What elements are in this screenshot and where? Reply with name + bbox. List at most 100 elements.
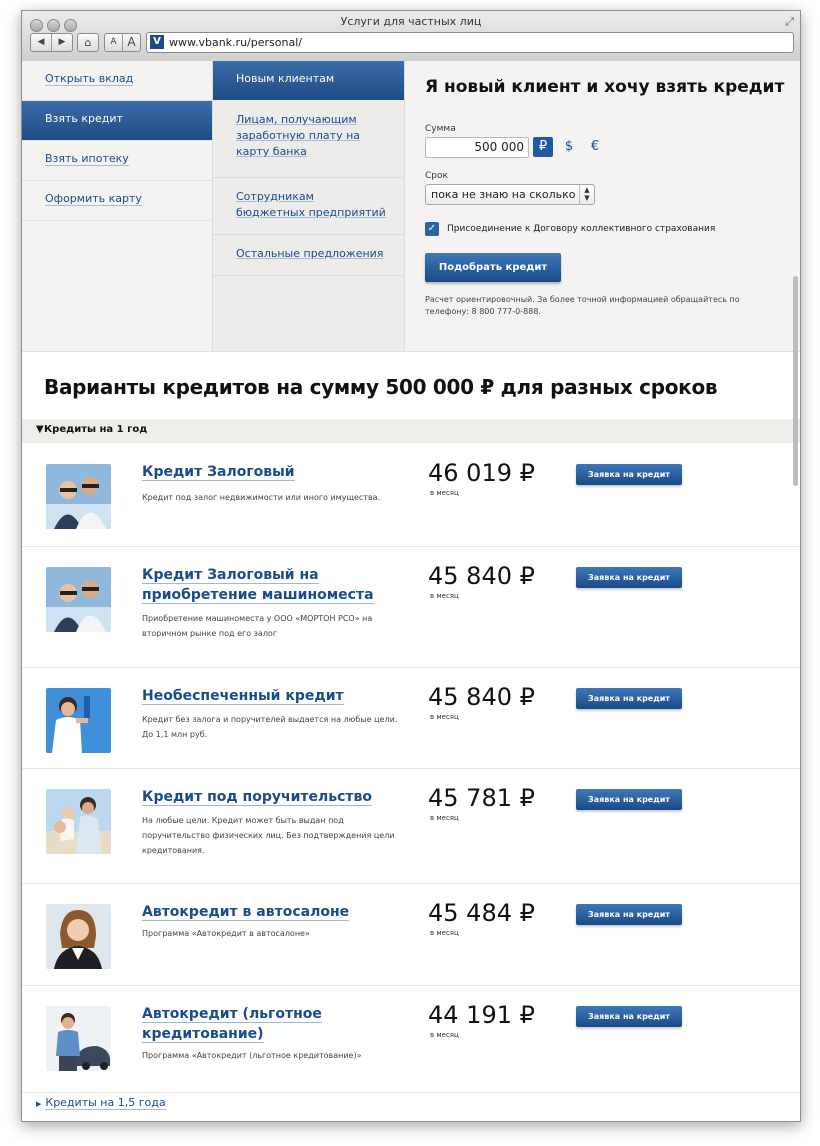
currency-eur-button[interactable]: € (585, 137, 605, 157)
monthly-payment: 45 781 ₽ (428, 784, 535, 812)
submenu-item-label: Сотрудникам бюджетных предприятий (236, 190, 386, 219)
monthly-payment: 46 019 ₽ (428, 459, 535, 487)
submenu-item-label: Лицам, получающим заработную плату на ка… (236, 113, 361, 158)
back-button[interactable]: ◀ (31, 34, 51, 51)
group-header-1-year[interactable]: ▼ Кредиты на 1 год (22, 419, 800, 443)
group-header-1-5-years[interactable]: ▶ Кредиты на 1,5 года (36, 1096, 166, 1110)
apply-credit-button[interactable]: Заявка на кредит (576, 904, 682, 925)
loan-image (46, 1006, 111, 1071)
menu-item-label: Взять кредит (45, 112, 123, 125)
menu-item-deposit[interactable]: Открыть вклад (22, 61, 212, 101)
loan-row: Кредит Залоговый Кредит под залог недвиж… (22, 444, 800, 547)
submenu-item-public-sector[interactable]: Сотрудникам бюджетных предприятий (213, 178, 404, 235)
per-month-label: в месяц (430, 814, 459, 822)
scrollbar[interactable] (793, 276, 798, 486)
window-title: Услуги для частных лиц (340, 15, 482, 28)
loan-name-link[interactable]: Необеспеченный кредит (142, 686, 402, 706)
top-panel: Открыть вклад Взять кредит Взять ипотеку… (22, 61, 800, 352)
loan-image (46, 904, 111, 969)
loan-name-link[interactable]: Автокредит (льготное кредитование) (142, 1004, 402, 1044)
loan-name-link[interactable]: Кредит под поручительство (142, 787, 402, 807)
menu-item-label: Открыть вклад (45, 72, 134, 86)
loan-row: Необеспеченный кредит Кредит без залога … (22, 668, 800, 769)
submenu-item-label: Остальные предложения (236, 247, 384, 260)
secondary-menu: Новым клиентам Лицам, получающим заработ… (213, 61, 405, 351)
per-month-label: в месяц (430, 929, 459, 937)
loan-row: Автокредит (льготное кредитование) Прогр… (22, 986, 800, 1093)
site-favicon-icon: V (150, 35, 164, 49)
forward-button[interactable]: ▶ (51, 34, 72, 51)
loan-image (46, 688, 111, 753)
loan-description: На любые цели. Кредит может быть выдан п… (142, 816, 395, 855)
per-month-label: в месяц (430, 592, 459, 600)
loan-name-text: Кредит Залоговый (142, 464, 295, 481)
monthly-payment: 45 840 ₽ (428, 562, 535, 590)
sum-input[interactable]: 500 000 (425, 137, 529, 158)
loan-description: Кредит под залог недвижимости или иного … (142, 493, 381, 502)
term-select[interactable]: пока не знаю на сколько ▲ ▼ (425, 184, 595, 205)
fullscreen-icon[interactable]: ⤢ (785, 15, 794, 29)
apply-credit-button[interactable]: Заявка на кредит (576, 789, 682, 810)
currency-rub-button[interactable]: ₽ (533, 137, 553, 157)
menu-item-label: Оформить карту (45, 192, 142, 206)
group-label: Кредиты на 1,5 года (45, 1096, 166, 1110)
loan-description: Программа «Автокредит (льготное кредитов… (142, 1051, 362, 1060)
address-bar[interactable]: V www.vbank.ru/personal/ (146, 32, 794, 53)
browser-titlebar: Услуги для частных лиц ⤢ ◀ ▶ ⌂ A A V www… (22, 11, 800, 62)
term-label: Срок (425, 171, 448, 181)
menu-item-mortgage[interactable]: Взять ипотеку (22, 141, 212, 181)
loan-form: Я новый клиент и хочу взять кредит Сумма… (405, 61, 800, 351)
loan-row: Автокредит в автосалоне Программа «Авток… (22, 884, 800, 986)
url-text[interactable]: www.vbank.ru/personal/ (169, 36, 302, 49)
apply-credit-button[interactable]: Заявка на кредит (576, 464, 682, 485)
select-arrows-icon: ▲ ▼ (579, 185, 594, 205)
loan-row: Кредит под поручительство На любые цели.… (22, 769, 800, 884)
loan-name-link[interactable]: Кредит Залоговый на приобретение машином… (142, 565, 402, 605)
form-title: Я новый клиент и хочу взять кредит (425, 77, 785, 97)
insurance-checkbox[interactable]: ✓ (425, 222, 439, 236)
monthly-payment: 44 191 ₽ (428, 1001, 535, 1029)
page-content: Открыть вклад Взять кредит Взять ипотеку… (22, 61, 800, 1121)
text-larger-button[interactable]: A (122, 34, 140, 51)
loan-name-text: Кредит Залоговый на приобретение машином… (142, 567, 374, 604)
loan-name-link[interactable]: Кредит Залоговый (142, 462, 402, 482)
loan-name-text: Автокредит в автосалоне (142, 904, 350, 921)
per-month-label: в месяц (430, 713, 459, 721)
per-month-label: в месяц (430, 489, 459, 497)
group-label: Кредиты на 1 год (44, 424, 148, 435)
pick-credit-button[interactable]: Подобрать кредит (425, 253, 561, 282)
loan-image (46, 464, 111, 529)
loan-description: Программа «Автокредит в автосалоне» (142, 929, 310, 938)
primary-menu: Открыть вклад Взять кредит Взять ипотеку… (22, 61, 213, 351)
apply-credit-button[interactable]: Заявка на кредит (576, 567, 682, 588)
loan-name-text: Кредит под поручительство (142, 789, 373, 806)
menu-item-card[interactable]: Оформить карту (22, 181, 212, 221)
monthly-payment: 45 484 ₽ (428, 899, 535, 927)
home-button[interactable]: ⌂ (77, 33, 99, 52)
expand-triangle-icon: ▶ (36, 1100, 42, 1108)
submenu-item-new-clients[interactable]: Новым клиентам (213, 61, 404, 100)
loan-description: Кредит без залога и поручителей выдается… (142, 715, 398, 739)
history-buttons: ◀ ▶ (30, 33, 73, 52)
apply-credit-button[interactable]: Заявка на кредит (576, 1006, 682, 1027)
submenu-item-salary-card[interactable]: Лицам, получающим заработную плату на ка… (213, 101, 404, 178)
menu-item-credit[interactable]: Взять кредит (22, 101, 212, 141)
monthly-payment: 45 840 ₽ (428, 683, 535, 711)
loan-row: Кредит Залоговый на приобретение машином… (22, 547, 800, 668)
text-size-buttons: A A (104, 33, 141, 52)
submenu-item-other-offers[interactable]: Остальные предложения (213, 235, 404, 276)
apply-credit-button[interactable]: Заявка на кредит (576, 688, 682, 709)
loan-name-link[interactable]: Автокредит в автосалоне (142, 902, 402, 922)
browser-window: Услуги для частных лиц ⤢ ◀ ▶ ⌂ A A V www… (21, 10, 801, 1122)
collapse-triangle-icon: ▼ (36, 424, 44, 435)
sum-label: Сумма (425, 124, 456, 134)
submenu-header-label: Новым клиентам (236, 72, 335, 85)
loan-name-text: Необеспеченный кредит (142, 688, 344, 705)
insurance-label[interactable]: Присоединение к Договору коллективного с… (447, 224, 715, 234)
results-heading: Варианты кредитов на сумму 500 000 ₽ для… (44, 375, 718, 399)
estimate-note: Расчет ориентировочный. За более точной … (425, 295, 740, 316)
loan-image (46, 789, 111, 854)
text-smaller-button[interactable]: A (105, 34, 122, 51)
per-month-label: в месяц (430, 1031, 459, 1039)
currency-usd-button[interactable]: $ (559, 137, 579, 157)
